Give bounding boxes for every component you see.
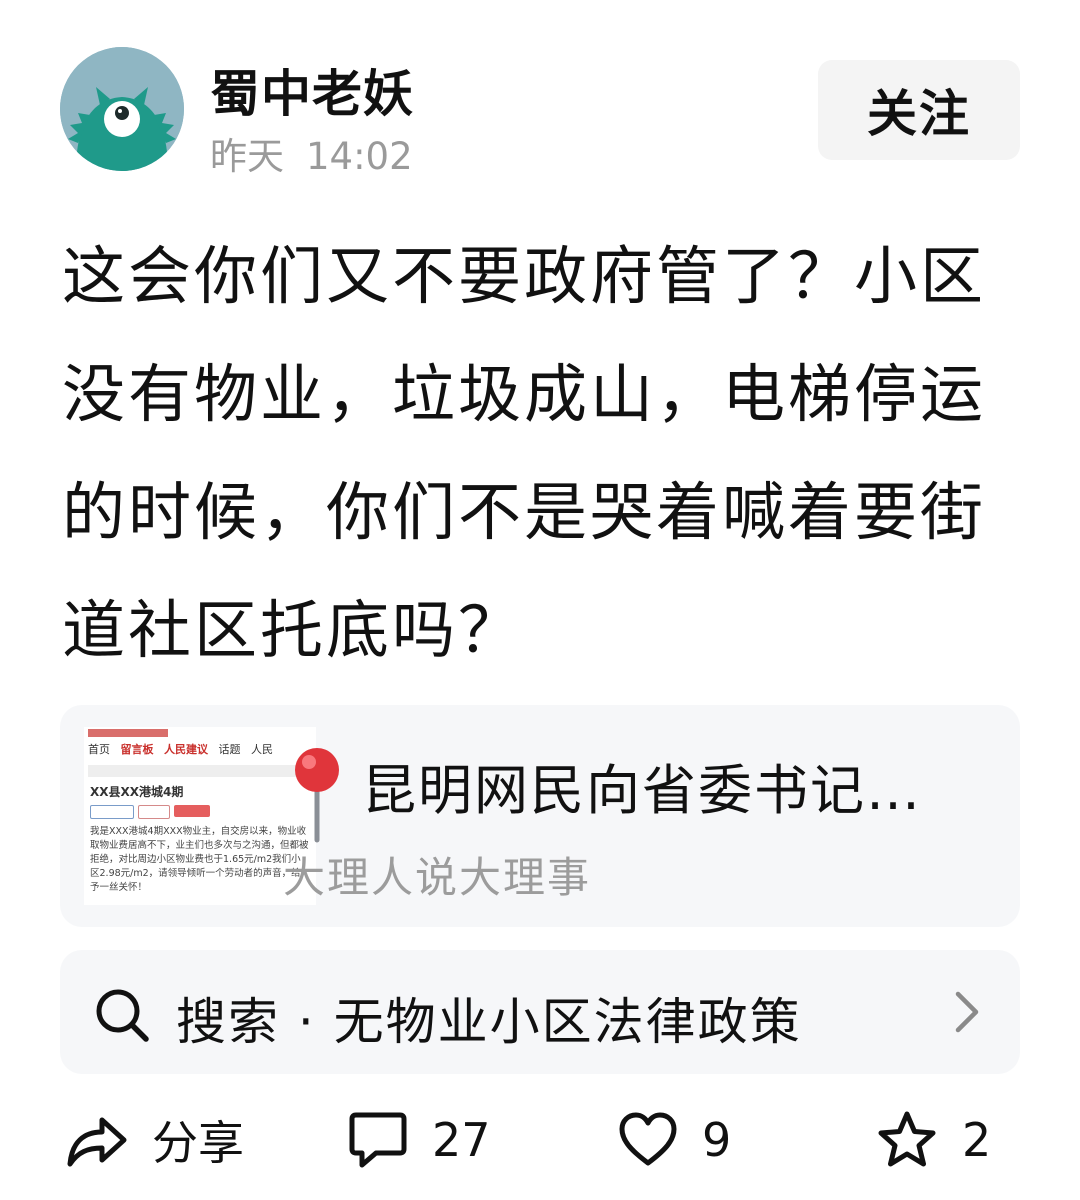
search-icon [96, 989, 149, 1042]
avatar[interactable] [60, 47, 184, 171]
thumbnail-body: 我是XXX港城4期XXX物业主，自交房以来，物业收取物业费居高不下，业主们也多次… [90, 826, 309, 893]
thumbnail-nav-item: 人民建议 [164, 743, 208, 756]
thumbnail-tag [138, 805, 170, 819]
thumbnail-tag [174, 805, 210, 817]
monster-avatar-icon [60, 47, 184, 171]
thumbnail-logo [88, 729, 168, 737]
post-time: 14:02 [306, 135, 413, 178]
author-name[interactable]: 蜀中老妖 [210, 54, 414, 126]
link-card-source: 大理人说大理事 [283, 853, 592, 902]
thumbnail-nav: 首页 留言板 人民建议 话题 人民 [88, 741, 273, 757]
thumbnail-breadcrumb [88, 765, 308, 777]
follow-button[interactable]: 关注 [818, 60, 1020, 160]
favorite-count: 2 [962, 1113, 992, 1167]
share-icon [67, 1117, 127, 1167]
star-icon [878, 1111, 936, 1167]
comment-count: 27 [432, 1113, 491, 1167]
thumbnail-nav-item: 首页 [88, 743, 110, 756]
related-search-label[interactable]: 搜索 · 无物业小区法律政策 [176, 982, 802, 1054]
thumbnail-nav-item: 话题 [218, 743, 241, 756]
comment-button[interactable]: 27 [348, 1105, 491, 1175]
post-timestamp: 昨天 14:02 [210, 126, 413, 180]
thumbnail-heading: XX县XX港城4期 [90, 785, 184, 799]
round-pushpin-icon [295, 748, 339, 843]
post-date: 昨天 [210, 135, 284, 178]
share-button[interactable]: 分享 [64, 1105, 244, 1175]
post-text: 这会你们又不要政府管了？小区没有物业，垃圾成山，电梯停运的时候，你们不是哭着喊着… [62, 240, 986, 667]
like-button[interactable]: 9 [618, 1105, 731, 1175]
thumbnail-nav-item: 人民 [251, 743, 273, 756]
like-count: 9 [702, 1113, 732, 1167]
link-card-title[interactable]: 昆明网民向省委书记… [362, 746, 922, 825]
link-thumbnail: 首页 留言板 人民建议 话题 人民 XX县XX港城4期 我是XXX港城4期XXX… [84, 727, 316, 905]
heart-icon [619, 1112, 677, 1166]
thumbnail-nav-item: 留言板 [120, 743, 154, 756]
favorite-button[interactable]: 2 [876, 1105, 991, 1175]
chevron-right-icon[interactable] [950, 988, 984, 1036]
comment-icon [349, 1112, 407, 1168]
thumbnail-tag [90, 805, 134, 819]
share-label: 分享 [152, 1116, 244, 1170]
